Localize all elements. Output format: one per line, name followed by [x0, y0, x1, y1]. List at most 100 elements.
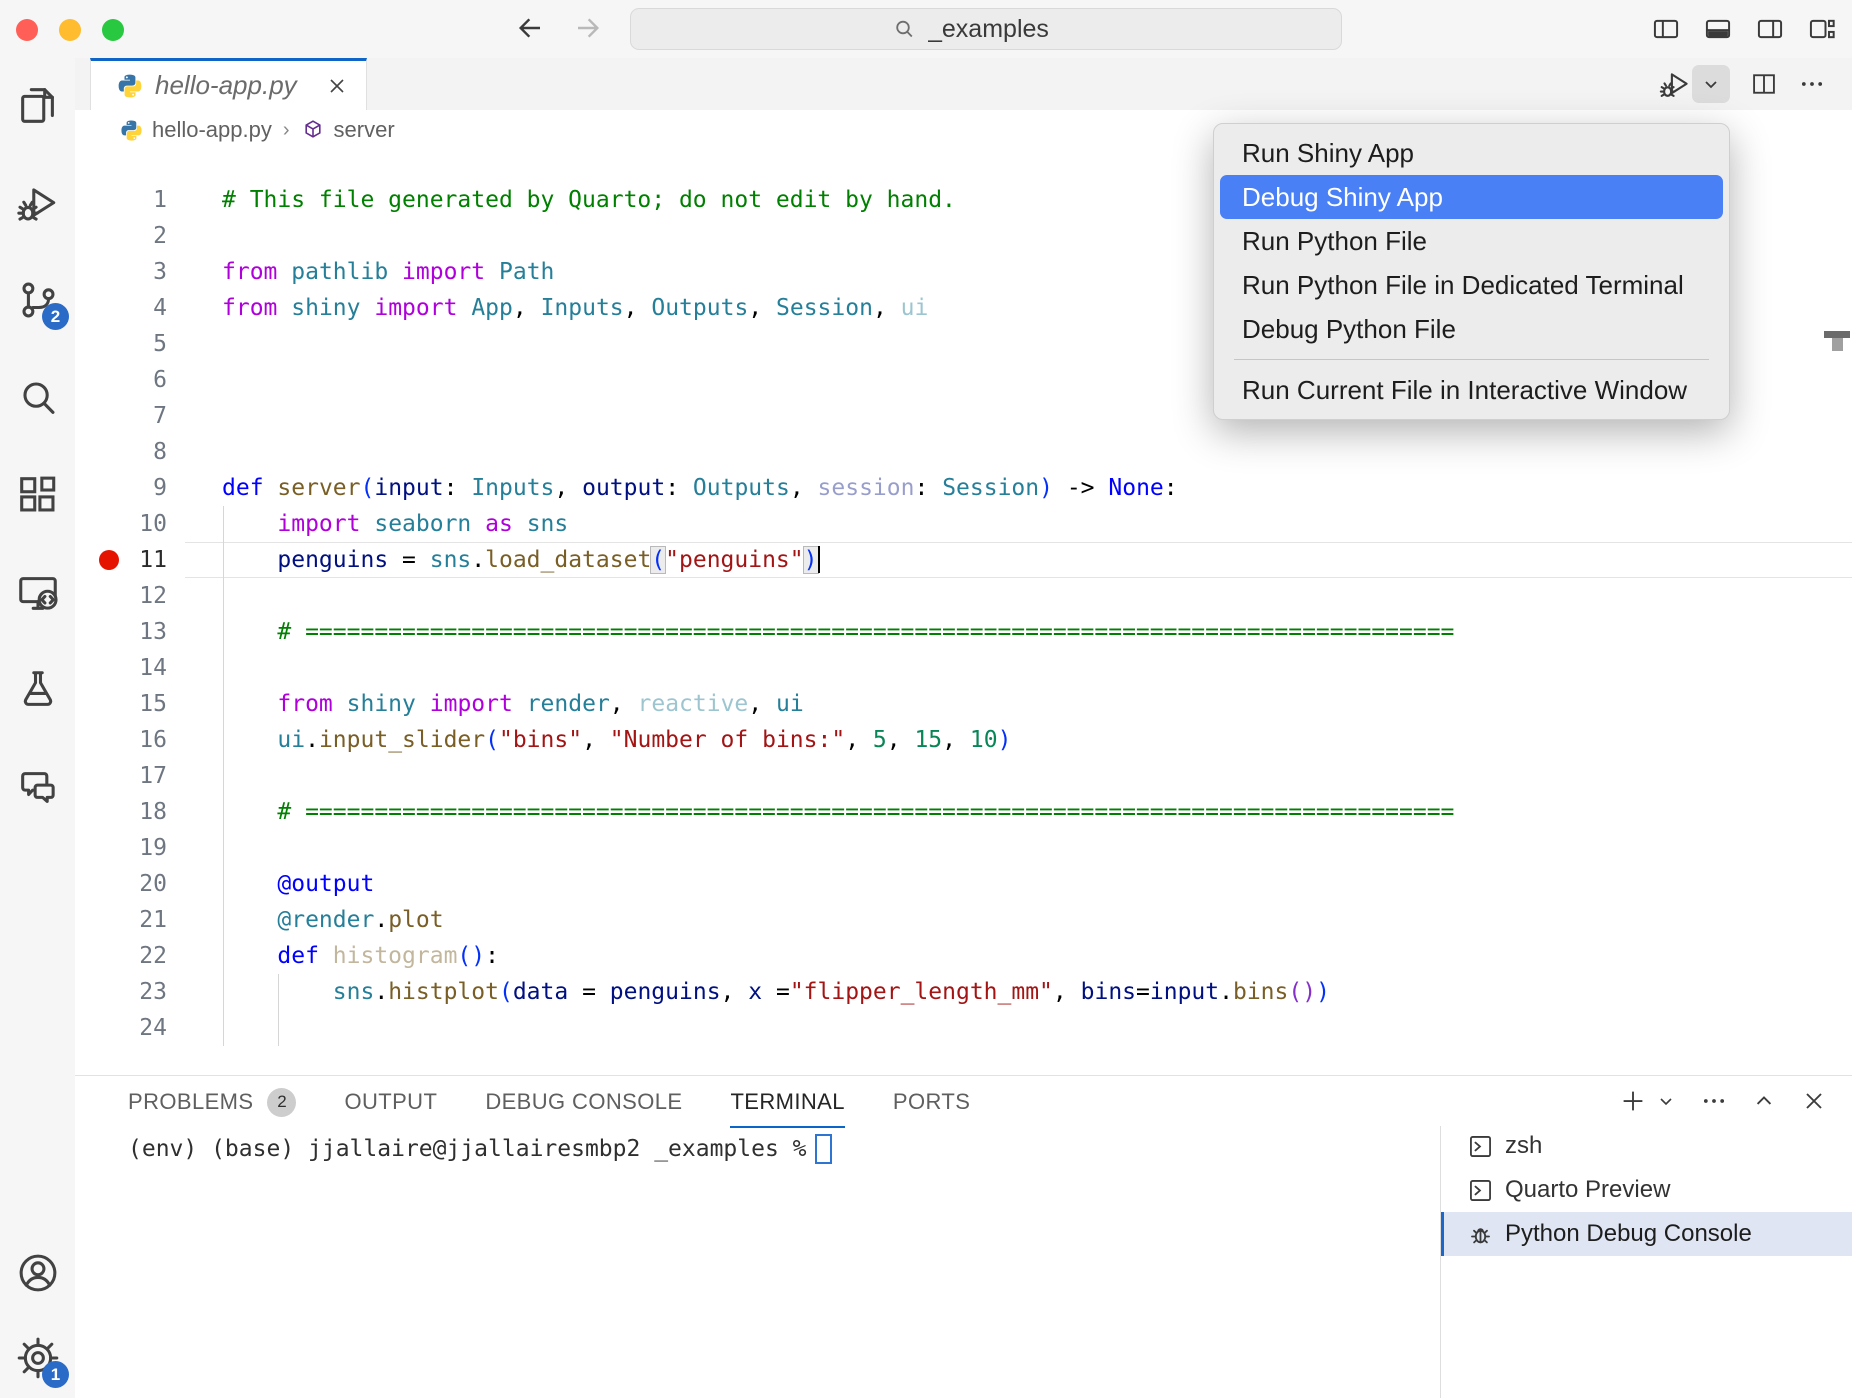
code-line-19[interactable]: 19	[75, 830, 1852, 866]
terminal-list-item-zsh[interactable]: zsh	[1441, 1124, 1852, 1168]
breadcrumb-file[interactable]: hello-app.py	[152, 117, 272, 143]
python-file-icon	[117, 73, 143, 99]
menu-item-run-current-file-in-interactive-window[interactable]: Run Current File in Interactive Window	[1220, 368, 1723, 412]
code-line-21[interactable]: 21 @render.plot	[75, 902, 1852, 938]
tab-hello-app[interactable]: hello-app.py	[90, 58, 367, 110]
line-number[interactable]: 3	[75, 254, 185, 290]
line-number[interactable]: 23	[75, 974, 185, 1010]
code-line-17[interactable]: 17	[75, 758, 1852, 794]
toggle-panel-icon[interactable]	[1704, 15, 1732, 43]
line-number[interactable]: 20	[75, 866, 185, 902]
maximize-panel-icon[interactable]	[1750, 1087, 1778, 1115]
activity-item-testing[interactable]	[15, 667, 61, 713]
search-input[interactable]	[926, 14, 1080, 45]
line-number[interactable]: 10	[75, 506, 185, 542]
line-content	[185, 326, 222, 362]
line-number[interactable]: 14	[75, 650, 185, 686]
panel-tab-terminal[interactable]: TERMINAL	[730, 1076, 844, 1128]
activity-item-remote-explorer[interactable]	[15, 570, 61, 616]
line-number[interactable]: 22	[75, 938, 185, 974]
menu-item-run-python-file[interactable]: Run Python File	[1220, 219, 1723, 263]
menu-item-debug-python-file[interactable]: Debug Python File	[1220, 307, 1723, 351]
panel-more-actions-icon[interactable]	[1700, 1087, 1728, 1115]
line-number[interactable]: 16	[75, 722, 185, 758]
activity-item-source-control[interactable]: 2	[15, 277, 61, 323]
line-number[interactable]: 17	[75, 758, 185, 794]
activity-item-account[interactable]	[15, 1250, 61, 1296]
line-number[interactable]: 1	[75, 182, 185, 218]
code-line-15[interactable]: 15 from shiny import render, reactive, u…	[75, 686, 1852, 722]
code-line-8[interactable]: 8	[75, 434, 1852, 470]
close-tab-icon[interactable]	[325, 74, 349, 98]
layout-controls	[1652, 15, 1836, 43]
breadcrumb-symbol[interactable]: server	[334, 117, 395, 143]
line-number[interactable]: 4	[75, 290, 185, 326]
remote-explorer-icon	[15, 570, 61, 616]
split-editor-icon[interactable]	[1750, 70, 1778, 98]
command-center-search[interactable]	[630, 8, 1342, 50]
activity-item-extensions[interactable]	[15, 472, 61, 518]
debug-run-icon[interactable]	[1658, 67, 1692, 101]
menu-item-debug-shiny-app[interactable]: Debug Shiny App	[1220, 175, 1723, 219]
line-number[interactable]: 9	[75, 470, 185, 506]
line-number[interactable]: 8	[75, 434, 185, 470]
tab-title: hello-app.py	[155, 70, 297, 101]
toggle-primary-sidebar-icon[interactable]	[1652, 15, 1680, 43]
line-number[interactable]: 13	[75, 614, 185, 650]
new-terminal-icon[interactable]	[1618, 1086, 1648, 1116]
code-line-11[interactable]: 11 penguins = sns.load_dataset("penguins…	[75, 542, 1852, 578]
activity-item-search[interactable]	[15, 375, 61, 421]
panel-tab-ports[interactable]: PORTS	[893, 1076, 970, 1128]
activity-item-comments[interactable]	[15, 765, 61, 811]
line-number[interactable]: 15	[75, 686, 185, 722]
line-content	[185, 218, 222, 254]
zoom-window-button[interactable]	[102, 19, 124, 41]
close-window-button[interactable]	[16, 19, 38, 41]
activity-item-settings[interactable]: 1	[15, 1335, 61, 1381]
code-line-9[interactable]: 9def server(input: Inputs, output: Outpu…	[75, 470, 1852, 506]
code-line-13[interactable]: 13 # ===================================…	[75, 614, 1852, 650]
code-line-24[interactable]: 24	[75, 1010, 1852, 1046]
code-line-12[interactable]: 12	[75, 578, 1852, 614]
menu-item-run-shiny-app[interactable]: Run Shiny App	[1220, 131, 1723, 175]
code-line-18[interactable]: 18 # ===================================…	[75, 794, 1852, 830]
line-number[interactable]: 2	[75, 218, 185, 254]
panel-tab-bar: PROBLEMS2 OUTPUT DEBUG CONSOLE TERMINAL PORT…	[128, 1076, 970, 1128]
terminal-list-item-python-debug-console[interactable]: Python Debug Console	[1441, 1212, 1852, 1256]
line-number[interactable]: 11	[75, 542, 185, 578]
line-number[interactable]: 19	[75, 830, 185, 866]
line-number[interactable]: 6	[75, 362, 185, 398]
code-line-23[interactable]: 23 sns.histplot(data = penguins, x ="fli…	[75, 974, 1852, 1010]
panel-tab-problems[interactable]: PROBLEMS2	[128, 1076, 296, 1128]
customize-layout-icon[interactable]	[1808, 15, 1836, 43]
run-options-chevron[interactable]	[1692, 65, 1730, 103]
line-number[interactable]: 7	[75, 398, 185, 434]
back-arrow-icon[interactable]	[514, 12, 546, 44]
panel-tab-output[interactable]: OUTPUT	[344, 1076, 437, 1128]
code-line-10[interactable]: 10 import seaborn as sns	[75, 506, 1852, 542]
line-number[interactable]: 24	[75, 1010, 185, 1046]
forward-arrow-icon[interactable]	[572, 12, 604, 44]
activity-item-explorer[interactable]	[15, 82, 61, 128]
code-line-16[interactable]: 16 ui.input_slider("bins", "Number of bi…	[75, 722, 1852, 758]
close-panel-icon[interactable]	[1800, 1087, 1828, 1115]
terminal-list-item-quarto-preview[interactable]: Quarto Preview	[1441, 1168, 1852, 1212]
panel-actions	[1596, 1086, 1828, 1116]
line-number[interactable]: 18	[75, 794, 185, 830]
line-number[interactable]: 5	[75, 326, 185, 362]
line-number[interactable]: 21	[75, 902, 185, 938]
minimize-window-button[interactable]	[59, 19, 81, 41]
terminal-content[interactable]: (env) (base) jjallaire@jjallairesmbp2 _e…	[128, 1134, 832, 1164]
line-number[interactable]: 12	[75, 578, 185, 614]
code-line-20[interactable]: 20 @output	[75, 866, 1852, 902]
launch-profile-chevron-icon[interactable]	[1654, 1089, 1678, 1113]
more-actions-icon[interactable]	[1798, 70, 1826, 98]
code-line-14[interactable]: 14	[75, 650, 1852, 686]
code-line-22[interactable]: 22 def histogram():	[75, 938, 1852, 974]
toggle-secondary-sidebar-icon[interactable]	[1756, 15, 1784, 43]
panel-tab-debug-console[interactable]: DEBUG CONSOLE	[485, 1076, 682, 1128]
breakpoint-dot[interactable]	[99, 550, 119, 570]
activity-item-run-and-debug[interactable]	[15, 180, 61, 226]
menu-item-run-python-file-in-dedicated-terminal[interactable]: Run Python File in Dedicated Terminal	[1220, 263, 1723, 307]
line-content: from shiny import App, Inputs, Outputs, …	[185, 290, 928, 326]
